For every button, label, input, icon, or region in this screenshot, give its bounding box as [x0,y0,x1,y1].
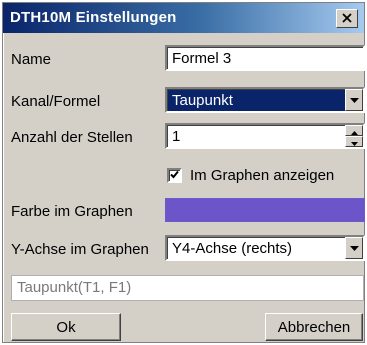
channel-select[interactable]: Taupunkt [165,87,365,113]
channel-value: Taupunkt [172,92,233,109]
chevron-down-icon [349,91,359,109]
close-button[interactable] [336,9,358,28]
formula-value: Taupunkt(T1, F1) [17,279,132,296]
name-value: Formel 3 [172,50,232,67]
chevron-down-icon [349,239,359,257]
digits-decrement-button[interactable] [345,136,363,147]
arrow-down-icon [350,133,358,151]
ok-button[interactable]: Ok [11,313,121,341]
y-axis-value: Y4-Achse (rechts) [172,240,293,257]
checkmark-icon [170,166,179,184]
show-in-graph-option[interactable]: Im Graphen anzeigen [167,165,334,185]
name-label: Name [11,51,52,68]
digits-value: 1 [172,128,181,145]
dialog-title: DTH10M Einstellungen [10,9,177,26]
graph-color-label: Farbe im Graphen [11,203,133,220]
digits-stepper[interactable]: 1 [165,123,365,149]
channel-dropdown-button[interactable] [345,89,363,111]
close-icon [342,10,352,28]
show-in-graph-checkbox[interactable] [167,166,182,184]
show-in-graph-label: Im Graphen anzeigen [190,166,335,184]
settings-dialog: DTH10M Einstellungen Name Formel 3 Kanal… [2,2,365,343]
formula-display: Taupunkt(T1, F1) [11,275,364,301]
title-bar: DTH10M Einstellungen [3,3,364,33]
y-axis-label: Y-Achse im Graphen [11,241,149,258]
cancel-button[interactable]: Abbrechen [265,313,363,341]
digits-label: Anzahl der Stellen [11,129,133,146]
y-axis-select[interactable]: Y4-Achse (rechts) [165,235,365,261]
digits-spinner [345,125,363,147]
name-input[interactable]: Formel 3 [165,45,365,71]
graph-color-swatch[interactable] [165,198,365,222]
channel-label: Kanal/Formel [11,93,101,110]
y-axis-dropdown-button[interactable] [345,237,363,259]
